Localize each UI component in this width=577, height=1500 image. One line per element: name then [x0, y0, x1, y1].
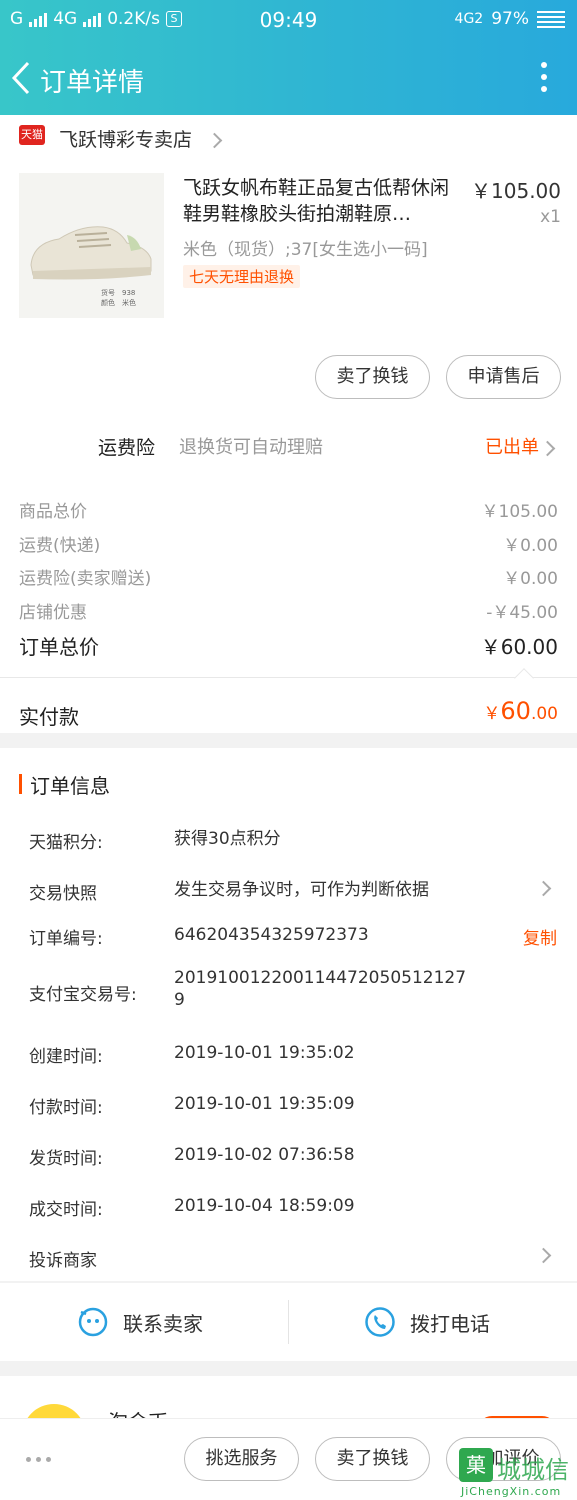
watermark-url: JiChengXin.com — [461, 1485, 562, 1498]
page-title: 订单详情 — [40, 68, 145, 98]
snapshot-value: 发生交易争议时，可作为判断依据 — [174, 880, 429, 900]
insurance-desc: 退换货可自动理赔 — [179, 437, 323, 458]
shoe-icon — [30, 226, 152, 280]
sell-button-bottom[interactable]: 卖了换钱 — [315, 1437, 430, 1481]
nav-bar: 订单详情 — [0, 48, 577, 108]
more-dots-icon[interactable] — [26, 1457, 51, 1462]
done-time-value: 2019-10-04 18:59:09 — [174, 1196, 355, 1216]
fee-value: ￥0.00 — [503, 536, 558, 556]
paid-label: 实付款 — [19, 705, 79, 729]
order-total-label: 订单总价 — [19, 635, 99, 659]
fee-label: 店铺优惠 — [19, 603, 87, 623]
tmall-badge-icon: 天猫 — [19, 125, 45, 145]
contact-seller-button[interactable]: 联系卖家 — [77, 1283, 203, 1361]
shipped-time-label: 发货时间: — [29, 1149, 103, 1169]
paid-time-label: 付款时间: — [29, 1098, 103, 1118]
copy-button[interactable]: 复制 — [523, 924, 557, 949]
battery-icon — [537, 10, 565, 28]
alipay-no-value: 2019100122001144720505121279 — [174, 968, 467, 1010]
points-value: 获得30点积分 — [174, 829, 281, 849]
paid-currency: ￥ — [483, 704, 501, 724]
back-arrow-icon[interactable] — [10, 60, 32, 96]
paid-integer: 60 — [500, 697, 531, 725]
fee-value: ￥0.00 — [503, 569, 558, 589]
fee-row: 运费(快递) ￥0.00 — [19, 531, 558, 556]
battery-level: 97% — [491, 9, 529, 29]
return-policy-tag: 七天无理由退换 — [183, 265, 301, 288]
watermark-text: 城城信 — [497, 1456, 569, 1484]
shop-name[interactable]: 飞跃博彩专卖店 — [59, 125, 192, 152]
alipay-no-label: 支付宝交易号: — [29, 985, 137, 1005]
paid-decimal: .00 — [530, 704, 558, 724]
insurance-status[interactable]: 已出单 — [485, 433, 539, 459]
fee-label: 商品总价 — [19, 502, 87, 522]
fee-value: -￥45.00 — [486, 603, 558, 623]
divider — [288, 1300, 289, 1344]
created-time-label: 创建时间: — [29, 1047, 103, 1067]
section-accent-bar — [19, 774, 22, 794]
fee-label: 运费险(卖家赠送) — [19, 569, 152, 589]
insurance-label: 运费险 — [98, 437, 156, 459]
contact-bar: 联系卖家 拨打电话 — [0, 1283, 577, 1361]
points-label: 天猫积分: — [29, 833, 103, 853]
contact-seller-label: 联系卖家 — [123, 1311, 203, 1336]
product-image[interactable]: 货号 938 颜色 米色 — [19, 173, 164, 318]
thumb-caption: 货号 938 颜色 米色 — [101, 289, 136, 307]
order-total-row: 订单总价 ￥60.00 — [19, 631, 558, 660]
fee-row: 店铺优惠 -￥45.00 — [19, 598, 558, 623]
chevron-right-icon — [206, 132, 223, 149]
paid-time-value: 2019-10-01 19:35:09 — [174, 1094, 355, 1114]
sell-button[interactable]: 卖了换钱 — [315, 355, 430, 399]
call-phone-button[interactable]: 拨打电话 — [364, 1283, 490, 1361]
section-title: 订单信息 — [30, 774, 110, 798]
fee-value: ￥105.00 — [481, 502, 558, 522]
shop-row[interactable]: 天猫 飞跃博彩专卖店 — [0, 115, 577, 163]
chevron-right-icon — [539, 440, 556, 457]
chevron-right-icon — [535, 1247, 552, 1264]
app-header: G 4G 0.2K/s S 09:49 4G2 97% 订单详情 — [0, 0, 577, 115]
order-summary-card: 天猫 飞跃博彩专卖店 货号 938 颜色 米色 飞跃女帆布鞋正品复古低帮休闲鞋男… — [0, 115, 577, 733]
divider-notch — [514, 668, 534, 688]
created-time-value: 2019-10-01 19:35:02 — [174, 1043, 355, 1063]
divider — [0, 677, 577, 678]
site-watermark: 菓 城城信 JiChengXin.com — [459, 1448, 573, 1498]
phone-icon — [365, 1307, 395, 1337]
paid-amount: ￥60.00 — [483, 697, 558, 725]
chevron-right-icon — [535, 880, 552, 897]
call-phone-label: 拨打电话 — [410, 1311, 490, 1336]
aftersale-button[interactable]: 申请售后 — [446, 355, 561, 399]
more-menu-icon[interactable] — [541, 62, 547, 92]
order-total-value: ￥60.00 — [480, 635, 558, 659]
fee-label: 运费(快递) — [19, 536, 101, 556]
product-sku: 米色（现货）;37[女生选小一码] — [183, 240, 428, 260]
fee-row: 运费险(卖家赠送) ￥0.00 — [19, 564, 558, 589]
status-bar: G 4G 0.2K/s S 09:49 4G2 97% — [0, 0, 577, 40]
shipped-time-value: 2019-10-02 07:36:58 — [174, 1145, 355, 1165]
product-qty: x1 — [540, 207, 561, 227]
product-title[interactable]: 飞跃女帆布鞋正品复古低帮休闲鞋男鞋橡胶头街拍潮鞋原… — [183, 175, 461, 227]
complaint-label: 投诉商家 — [29, 1251, 97, 1271]
order-info-card: 订单信息 天猫积分: 获得30点积分 交易快照 发生交易争议时，可作为判断依据 … — [0, 748, 577, 1281]
fee-row: 商品总价 ￥105.00 — [19, 497, 558, 522]
status-right: 4G2 97% — [455, 9, 565, 29]
product-price: ￥105.00 — [471, 179, 561, 203]
done-time-label: 成交时间: — [29, 1200, 103, 1220]
network-type: 4G2 — [454, 11, 484, 27]
watermark-logo: 菓 — [459, 1448, 493, 1482]
select-service-button[interactable]: 挑选服务 — [184, 1437, 299, 1481]
order-no-value: 646204354325972373 — [174, 925, 369, 945]
chat-icon — [78, 1307, 108, 1337]
snapshot-label: 交易快照 — [29, 884, 97, 904]
order-no-label: 订单编号: — [29, 929, 103, 949]
